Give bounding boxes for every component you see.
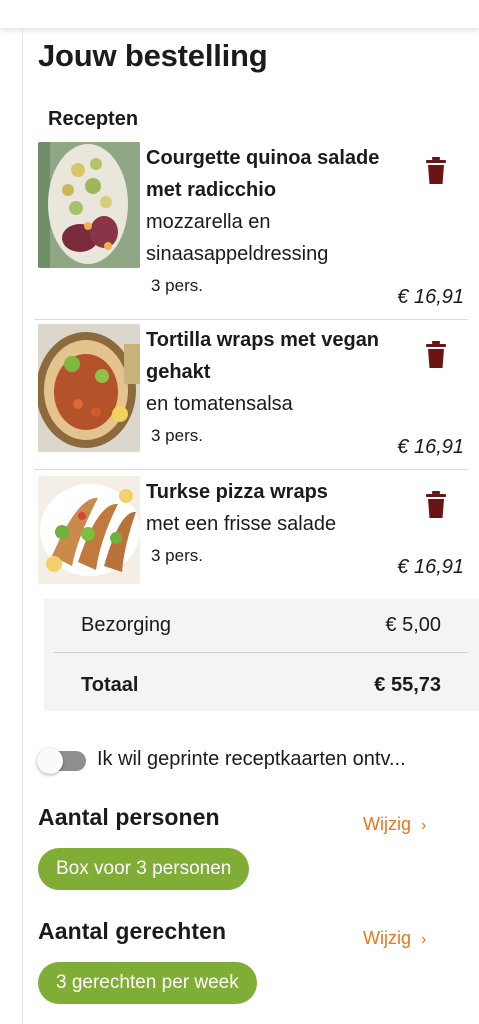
persons-edit-label: Wijzig [363, 814, 411, 834]
recipe-subtitle: mozzarella en sinaasappeldressing [146, 211, 329, 265]
recipe-item[interactable]: Courgette quinoa salade met radicchio mo… [34, 140, 468, 320]
left-divider [22, 28, 23, 1024]
tortilla-wraps-image [38, 324, 140, 452]
recipe-price: € 16,91 [397, 436, 464, 458]
print-cards-toggle[interactable] [37, 748, 86, 774]
recipe-item[interactable]: Tortilla wraps met vegan gehakt en tomat… [34, 322, 468, 470]
page-title: Jouw bestelling [38, 38, 268, 73]
recipe-item[interactable]: Turkse pizza wraps met een frisse salade… [34, 474, 468, 586]
courgette-quinoa-salad-image [38, 142, 140, 268]
recipes-label: Recepten [48, 108, 139, 130]
persons-edit-link[interactable]: Wijzig › [363, 814, 426, 835]
delivery-value: € 5,00 [385, 614, 441, 636]
top-bar [0, 0, 479, 28]
dishes-value-pill: 3 gerechten per week [38, 962, 257, 1004]
recipe-name: Tortilla wraps met vegan gehakt [146, 329, 380, 383]
toggle-knob [37, 748, 63, 774]
chevron-right-icon: › [421, 817, 427, 834]
total-label: Totaal [81, 674, 139, 696]
trash-icon[interactable] [425, 157, 447, 185]
recipe-subtitle: en tomatensalsa [146, 393, 293, 415]
recipe-persons: 3 pers. [151, 546, 203, 565]
print-cards-label: Ik wil geprinte receptkaarten ontv... [97, 748, 406, 770]
dishes-heading: Aantal gerechten [38, 918, 227, 944]
delivery-label: Bezorging [81, 614, 172, 636]
recipe-price: € 16,91 [397, 556, 464, 578]
recipe-divider [34, 319, 468, 320]
persons-value-pill: Box voor 3 personen [38, 848, 250, 890]
recipe-persons: 3 pers. [151, 276, 203, 295]
chevron-right-icon: › [421, 931, 427, 948]
recipe-name: Courgette quinoa salade met radicchio [146, 147, 380, 201]
recipe-divider [34, 469, 468, 470]
persons-heading: Aantal personen [38, 804, 220, 830]
total-value: € 55,73 [374, 674, 441, 696]
dishes-edit-label: Wijzig [363, 928, 411, 948]
dishes-edit-link[interactable]: Wijzig › [363, 928, 426, 949]
turkish-pizza-wraps-image [38, 476, 140, 584]
recipe-price: € 16,91 [397, 286, 464, 308]
trash-icon[interactable] [425, 341, 447, 369]
trash-icon[interactable] [425, 491, 447, 519]
recipe-name: Turkse pizza wraps [146, 481, 328, 503]
recipe-persons: 3 pers. [151, 426, 203, 445]
recipe-subtitle: met een frisse salade [146, 513, 337, 535]
order-totals: Bezorging € 5,00 Totaal € 55,73 [44, 599, 479, 711]
totals-divider [54, 652, 468, 653]
